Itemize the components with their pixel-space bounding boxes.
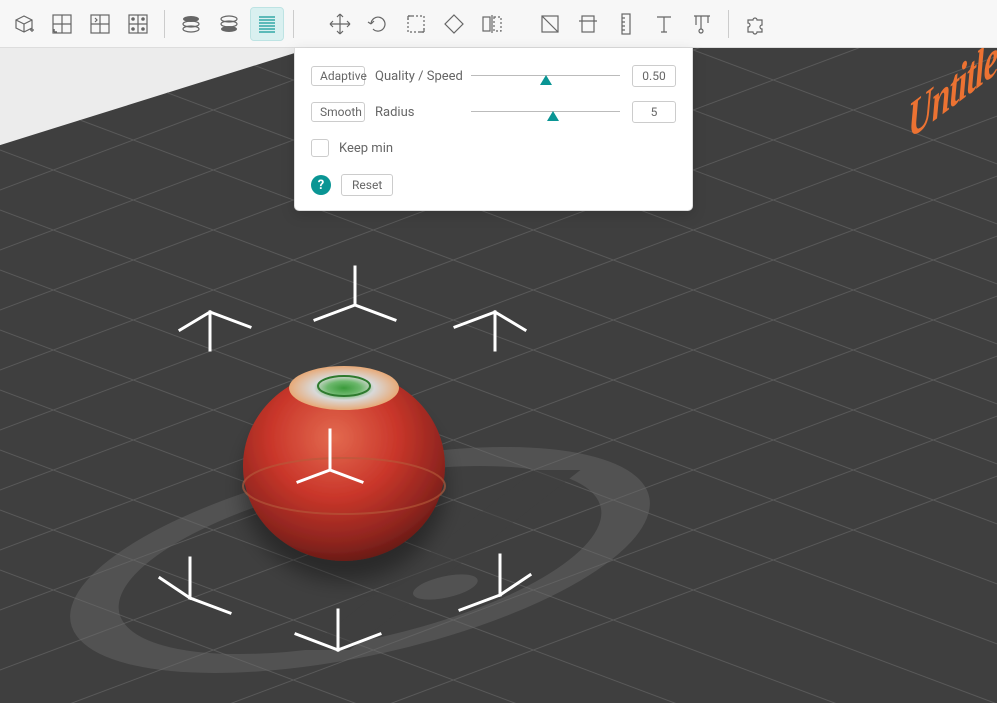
grid-dots-icon[interactable]	[122, 8, 154, 40]
mirror-icon[interactable]	[476, 8, 508, 40]
smooth-tag[interactable]: Smooth	[311, 102, 365, 122]
cut-icon[interactable]	[534, 8, 566, 40]
toolbar-separator	[728, 10, 729, 38]
caliper-icon[interactable]	[686, 8, 718, 40]
variable-layer-panel: Adaptive Quality / Speed 0.50 Smooth Rad…	[294, 48, 693, 211]
adaptive-value[interactable]: 0.50	[632, 65, 676, 87]
grid-marked-icon[interactable]	[84, 8, 116, 40]
adaptive-slider[interactable]	[471, 66, 620, 86]
layers-top-icon[interactable]	[175, 8, 207, 40]
grid4-icon[interactable]	[46, 8, 78, 40]
adaptive-label: Quality / Speed	[375, 69, 471, 84]
clip-icon[interactable]	[572, 8, 604, 40]
toolbar	[0, 0, 997, 48]
keepmin-checkbox[interactable]	[311, 139, 329, 157]
help-icon[interactable]: ?	[311, 175, 331, 195]
adaptive-row: Adaptive Quality / Speed 0.50	[311, 62, 676, 90]
smooth-label: Radius	[375, 105, 471, 120]
layers-bottom-icon[interactable]	[213, 8, 245, 40]
smooth-slider[interactable]	[471, 102, 620, 122]
ruler-v-icon[interactable]	[610, 8, 642, 40]
scale-icon[interactable]	[400, 8, 432, 40]
move-icon[interactable]	[324, 8, 356, 40]
adaptive-tag[interactable]: Adaptive	[311, 66, 365, 86]
smooth-value[interactable]: 5	[632, 101, 676, 123]
keepmin-label: Keep min	[339, 141, 393, 156]
layers-all-icon[interactable]	[251, 8, 283, 40]
rotate-icon[interactable]	[362, 8, 394, 40]
keepmin-row: Keep min	[311, 134, 676, 162]
cube-add-icon[interactable]	[8, 8, 40, 40]
smooth-row: Smooth Radius 5	[311, 98, 676, 126]
toolbar-separator	[164, 10, 165, 38]
toolbar-separator	[293, 10, 294, 38]
text-icon[interactable]	[648, 8, 680, 40]
plugin-icon[interactable]	[739, 8, 771, 40]
eraser-icon[interactable]	[438, 8, 470, 40]
reset-button[interactable]: Reset	[341, 174, 393, 196]
